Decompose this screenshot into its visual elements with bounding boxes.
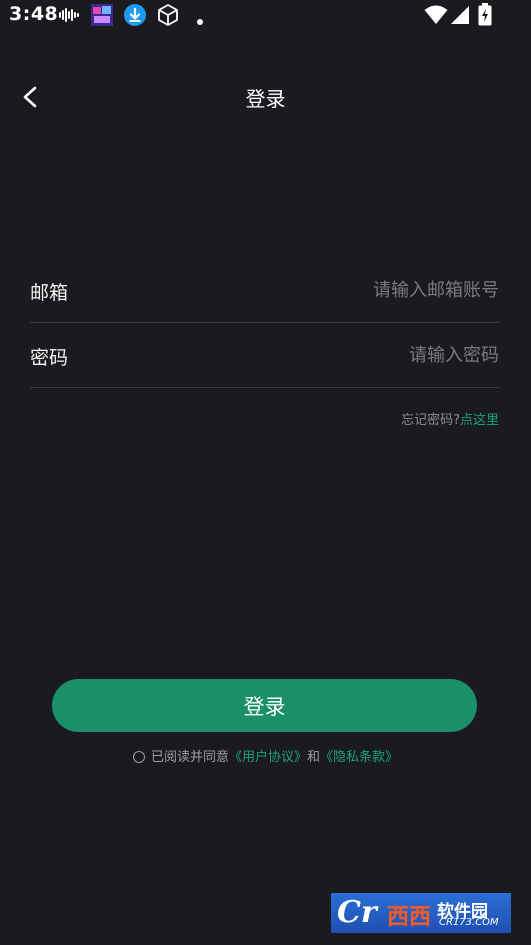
agreement-checkbox[interactable]	[132, 751, 145, 763]
password-input[interactable]	[199, 339, 499, 371]
user-agreement-link[interactable]: 《用户协议》	[229, 750, 307, 765]
page-title: 登录	[245, 87, 286, 111]
audio-wave-icon	[58, 7, 80, 27]
agreement-prefix: 已阅读并同意	[150, 750, 229, 765]
email-input[interactable]	[199, 274, 499, 306]
dot-icon	[196, 11, 204, 30]
download-icon	[123, 3, 147, 31]
privacy-policy-link[interactable]: 《隐私条款》	[320, 750, 398, 765]
watermark-xixi: 西西	[387, 905, 432, 930]
wifi-icon	[424, 5, 448, 29]
watermark-logo: Cr 西西 软件园 CR173.COM	[331, 893, 511, 933]
status-time: 3:48	[9, 3, 59, 25]
agreement-and: 和	[307, 750, 321, 765]
watermark-domain: CR173.COM	[439, 917, 499, 928]
signal-icon	[450, 5, 470, 29]
app-thumbnail-icon	[91, 4, 113, 30]
cube-icon	[156, 3, 180, 31]
header: 登录	[0, 70, 531, 122]
agreement-row: 已阅读并同意《用户协议》和《隐私条款》	[0, 746, 531, 765]
forgot-password: 忘记密码?点这里	[401, 409, 499, 428]
status-bar: 3:48	[0, 0, 531, 30]
forgot-password-text: 忘记密码?	[401, 413, 460, 428]
email-field-row: 邮箱	[30, 262, 499, 323]
watermark-brand: Cr	[337, 895, 377, 930]
login-button[interactable]: 登录	[52, 679, 477, 732]
password-label: 密码	[30, 347, 69, 369]
email-label: 邮箱	[30, 282, 69, 304]
battery-charging-icon	[478, 3, 492, 30]
forgot-password-link[interactable]: 点这里	[460, 413, 499, 428]
password-field-row: 密码	[30, 327, 499, 388]
